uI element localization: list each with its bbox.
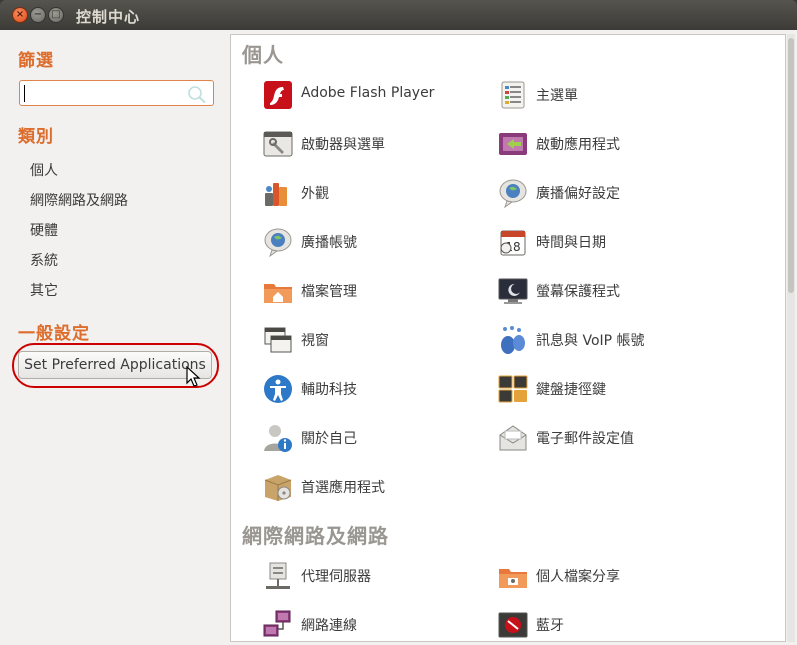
title-bar: × − □ 控制中心	[0, 0, 797, 30]
item-windows[interactable]: 視窗	[262, 322, 512, 358]
section-title-personal: 個人	[242, 43, 284, 67]
item-main-menu[interactable]: 主選單	[497, 77, 747, 113]
file-manager-icon	[264, 284, 292, 303]
item-keyboard-shortcuts[interactable]: 鍵盤捷徑鍵	[497, 371, 747, 407]
preferred-apps-icon	[264, 475, 292, 501]
item-personal-file-sharing[interactable]: 個人檔案分享	[497, 558, 747, 594]
search-icon[interactable]	[185, 84, 207, 104]
category-hardware[interactable]: 硬體	[30, 220, 58, 240]
item-label: 輔助科技	[301, 382, 357, 398]
mouse-pointer-icon	[186, 366, 201, 387]
item-label: 主選單	[536, 88, 578, 104]
messaging-icon	[501, 326, 525, 354]
item-proxy-server[interactable]: 代理伺服器	[262, 558, 512, 594]
item-appearance[interactable]: 外觀	[262, 175, 512, 211]
sidebar: 篩選 類別 個人 網際網路及網路 硬體 系統 其它 一般設定 Set Prefe…	[0, 30, 230, 645]
item-label: 首選應用程式	[301, 480, 385, 496]
set-preferred-applications-button[interactable]: Set Preferred Applications	[18, 351, 212, 379]
screensaver-icon	[498, 278, 528, 304]
keyboard-shortcuts-icon	[498, 375, 528, 403]
maximize-icon: □	[51, 9, 61, 20]
category-internet-network[interactable]: 網際網路及網路	[30, 190, 128, 210]
item-broadcast-preferences[interactable]: 廣播偏好設定	[497, 175, 747, 211]
search-input[interactable]	[22, 83, 177, 103]
item-label: 代理伺服器	[301, 569, 371, 585]
startup-apps-icon	[499, 133, 527, 155]
item-broadcast-accounts[interactable]: 廣播帳號	[262, 224, 512, 260]
item-label: 鍵盤捷徑鍵	[536, 382, 606, 398]
broadcast-prefs-icon	[499, 179, 527, 209]
item-messaging-voip[interactable]: 訊息與 VoIP 帳號	[497, 322, 747, 358]
item-about-me[interactable]: 關於自己	[262, 420, 512, 456]
text-caret	[24, 85, 25, 102]
general-heading: 一般設定	[18, 324, 90, 344]
scrollbar-thumb[interactable]	[788, 38, 794, 293]
item-file-management[interactable]: 檔案管理	[262, 273, 512, 309]
item-network-connections[interactable]: 網路連線	[262, 607, 512, 641]
close-icon: ×	[15, 9, 25, 20]
item-label: 電子郵件設定值	[536, 431, 634, 447]
item-adobe-flash-player[interactable]: Adobe Flash Player	[262, 77, 512, 113]
section-title-internet-network: 網際網路及網路	[242, 524, 389, 548]
item-label: Adobe Flash Player	[301, 85, 435, 101]
category-other[interactable]: 其它	[30, 280, 58, 300]
proxy-icon	[266, 562, 290, 589]
item-startup-applications[interactable]: 啟動應用程式	[497, 126, 747, 162]
item-label: 啟動應用程式	[536, 137, 620, 153]
email-settings-icon	[499, 425, 527, 451]
scrollbar[interactable]	[787, 34, 795, 642]
window-title: 控制中心	[76, 8, 141, 26]
control-center-window: 篩選 類別 個人 網際網路及網路 硬體 系統 其它 一般設定 Set Prefe…	[0, 30, 797, 645]
item-label: 時間與日期	[536, 235, 606, 251]
item-screensaver[interactable]: 螢幕保護程式	[497, 273, 747, 309]
item-email-settings[interactable]: 電子郵件設定值	[497, 420, 747, 456]
item-bluetooth[interactable]: 藍牙	[497, 607, 747, 641]
item-label: 啟動器與選單	[301, 137, 385, 153]
item-label: 螢幕保護程式	[536, 284, 620, 300]
appearance-icon	[265, 183, 287, 206]
file-sharing-icon	[499, 569, 527, 588]
maximize-button[interactable]: □	[48, 7, 64, 23]
search-field[interactable]	[19, 80, 214, 106]
item-assistive-technologies[interactable]: 輔助科技	[262, 371, 512, 407]
minimize-icon: −	[33, 9, 43, 20]
item-label: 個人檔案分享	[536, 569, 620, 585]
flash-player-icon	[264, 81, 292, 109]
minimize-button[interactable]: −	[30, 7, 46, 23]
category-personal[interactable]: 個人	[30, 160, 58, 180]
item-label: 廣播帳號	[301, 235, 357, 251]
item-label: 訊息與 VoIP 帳號	[536, 333, 645, 349]
item-label: 視窗	[301, 333, 329, 349]
windows-icon	[264, 327, 292, 353]
accessibility-icon	[264, 375, 292, 403]
item-label: 關於自己	[301, 431, 357, 447]
broadcast-accounts-icon	[264, 228, 292, 258]
calendar-icon: 18	[500, 230, 526, 256]
item-label: 藍牙	[536, 618, 564, 634]
item-preferred-applications[interactable]: 首選應用程式	[262, 469, 512, 505]
item-label: 外觀	[301, 186, 329, 202]
main-menu-icon	[501, 81, 525, 109]
item-time-and-date[interactable]: 18 時間與日期	[497, 224, 747, 260]
item-label: 檔案管理	[301, 284, 357, 300]
launcher-icon	[263, 131, 293, 157]
category-system[interactable]: 系統	[30, 250, 58, 270]
close-button[interactable]: ×	[12, 7, 28, 23]
item-label: 廣播偏好設定	[536, 186, 620, 202]
bluetooth-icon	[498, 612, 528, 638]
network-icon	[263, 610, 291, 637]
main-content: 個人 Adobe Flash Player 主選單 啟動器與選單 啟動應用程式 …	[230, 34, 786, 642]
about-me-icon	[264, 425, 292, 452]
item-launchers-and-menus[interactable]: 啟動器與選單	[262, 126, 512, 162]
item-label: 網路連線	[301, 618, 357, 634]
category-heading: 類別	[18, 127, 54, 147]
filter-heading: 篩選	[18, 51, 54, 71]
